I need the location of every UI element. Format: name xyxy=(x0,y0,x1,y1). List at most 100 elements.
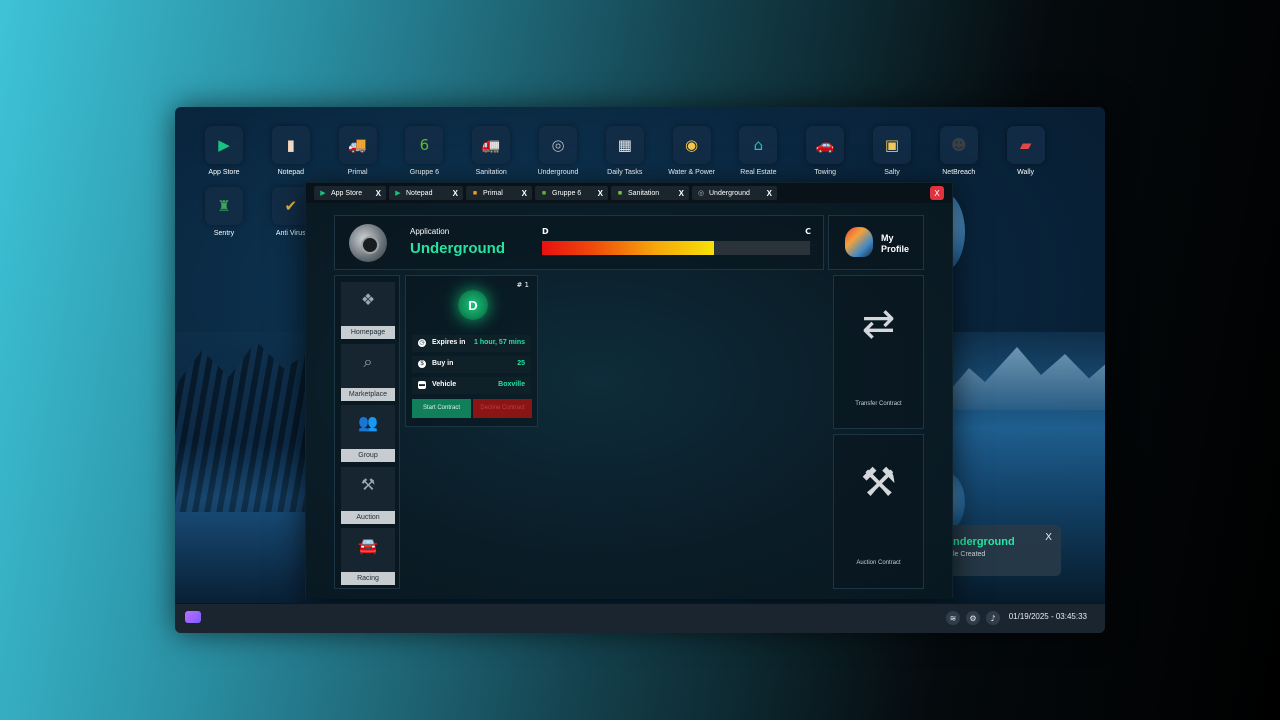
desktop-app-underground[interactable]: ◎ Underground xyxy=(525,126,591,176)
turbo-icon-glyph: ◎ xyxy=(551,136,565,154)
truck-icon-glyph: 🚚 xyxy=(348,136,367,154)
window-close-button[interactable]: X xyxy=(930,186,944,200)
wallet-icon-glyph: ▰ xyxy=(1019,136,1032,154)
garbage-truck-icon: ■ xyxy=(617,189,623,197)
window-tab-underground[interactable]: ◎ Underground X xyxy=(692,186,777,200)
antivirus-shield-icon-glyph: ✔ xyxy=(284,197,298,215)
desktop-app-app-store[interactable]: ▶ App Store xyxy=(191,126,257,176)
window-tab-app-store[interactable]: ▶ App Store X xyxy=(314,186,386,200)
rank-current: D xyxy=(542,227,549,236)
tab-close-button[interactable]: X xyxy=(679,189,684,198)
truck-icon: 🚚 xyxy=(338,126,377,164)
auction-contract-button[interactable]: ⚒ Auction Contract xyxy=(833,434,924,589)
desktop-app-wally[interactable]: ▰ Wally xyxy=(993,126,1059,176)
start-contract-button[interactable]: Start Contract xyxy=(412,399,471,418)
wallet-icon: ▰ xyxy=(1006,126,1045,164)
desktop-app-label: Sanitation xyxy=(475,169,507,176)
salty-icon: ▣ xyxy=(873,126,911,164)
window-tab-primal[interactable]: ■ Primal X xyxy=(466,186,532,200)
desktop-app-water-power[interactable]: ◉ Water & Power xyxy=(659,126,725,176)
window-tab-gruppe-6[interactable]: ■ Gruppe 6 X xyxy=(535,186,608,200)
rank-next: C xyxy=(805,227,811,236)
desktop-app-notepad[interactable]: ▮ Notepad xyxy=(258,126,324,176)
app-sidebar: ❖ Homepage ⌕ Marketplace 👥 Group ⚒ Auction 🚘 Raci… xyxy=(334,275,400,589)
settings-gear-icon[interactable]: ⚙ xyxy=(966,611,980,625)
sentry-icon-glyph: ♜ xyxy=(217,197,231,215)
buyin-label: Buy in xyxy=(432,360,454,367)
notepad-icon-glyph: ▮ xyxy=(286,136,295,154)
vehicle-value: Boxville xyxy=(498,381,525,388)
shield-6-icon-glyph: 6 xyxy=(419,136,430,154)
desktop-app-label: Real Estate xyxy=(740,169,777,176)
transfer-contract-button[interactable]: ⇄ Transfer Contract xyxy=(833,275,924,429)
house-icon-glyph: ⌂ xyxy=(753,136,764,154)
window-tab-notepad[interactable]: ▶ Notepad X xyxy=(389,186,463,200)
garbage-truck-icon: 🚛 xyxy=(472,126,511,164)
tab-close-button[interactable]: X xyxy=(376,189,381,198)
decline-contract-button[interactable]: Decline Contract xyxy=(473,399,532,418)
bell-icon[interactable]: ♪ xyxy=(986,611,1000,625)
desktop-app-netbreach[interactable]: ☻ NetBreach xyxy=(926,126,992,176)
group-icon: 👥 xyxy=(358,413,378,432)
gavel-icon: ⚒ xyxy=(860,460,897,506)
app-name: Underground xyxy=(410,240,505,257)
tab-close-button[interactable]: X xyxy=(767,189,772,198)
notepad-icon: ▮ xyxy=(271,126,310,164)
notification-title: nderground xyxy=(953,536,1015,548)
nav-item-homepage[interactable]: ❖ Homepage xyxy=(341,282,395,339)
nav-item-label: Homepage xyxy=(341,326,395,339)
notification-close-button[interactable]: X xyxy=(1045,532,1052,543)
desktop-app-gruppe-6[interactable]: 6 Gruppe 6 xyxy=(391,126,457,176)
play-icon-glyph: ▶ xyxy=(218,136,230,154)
nav-item-group[interactable]: 👥 Group xyxy=(341,405,395,462)
nav-item-marketplace[interactable]: ⌕ Marketplace xyxy=(341,343,395,401)
desktop-app-sentry[interactable]: ♜ Sentry xyxy=(191,187,257,237)
my-profile-label: My Profile xyxy=(881,233,910,254)
desktop-app-label: Gruppe 6 xyxy=(409,169,439,176)
transfer-arrows-icon: ⇄ xyxy=(861,301,896,347)
my-profile-button[interactable]: My Profile xyxy=(828,215,924,270)
desktop-screen: ▶ App Store ▮ Notepad 🚚 Primal 6 Gruppe 6 🚛 Sanit… xyxy=(175,107,1105,633)
marketplace-search-icon: ⌕ xyxy=(363,351,373,371)
desktop-app-daily-tasks[interactable]: ▦ Daily Tasks xyxy=(592,126,658,176)
desktop-app-salty[interactable]: ▣ Salty xyxy=(859,126,925,176)
app-header: Application Underground D C xyxy=(334,215,824,270)
desktop-app-real-estate[interactable]: ⌂ Real Estate xyxy=(725,126,791,176)
clock-icon: ◷ xyxy=(418,339,426,347)
start-menu-logo-icon[interactable] xyxy=(185,611,201,623)
desktop-app-label: NetBreach xyxy=(942,169,976,176)
desktop-app-label: Wally xyxy=(1017,169,1035,176)
car-icon: ▬ xyxy=(418,381,426,389)
desktop-app-label: Daily Tasks xyxy=(607,169,643,176)
desktop-app-primal[interactable]: 🚚 Primal xyxy=(325,126,391,176)
contract-number: # 1 xyxy=(516,281,529,289)
desktop-app-label: Sentry xyxy=(213,230,235,237)
desktop-app-towing[interactable]: 🚗 Towing xyxy=(792,126,858,176)
desktop-app-label: Water & Power xyxy=(668,169,715,176)
window-tab-sanitation[interactable]: ■ Sanitation X xyxy=(611,186,689,200)
wallpaper-mountains-left xyxy=(175,332,310,607)
desktop-app-sanitation[interactable]: 🚛 Sanitation xyxy=(458,126,524,176)
tab-label: Gruppe 6 xyxy=(552,189,582,197)
nav-item-racing[interactable]: 🚘 Racing xyxy=(341,528,395,585)
helmet-avatar-icon xyxy=(845,227,873,257)
mask-icon: ☻ xyxy=(939,126,978,164)
desktop-app-label: Underground xyxy=(537,169,579,176)
wifi-icon[interactable]: ≋ xyxy=(946,611,960,625)
vehicle-label: Vehicle xyxy=(432,381,457,388)
taskbar: ≋ ⚙ ♪ 01/19/2025 - 03:45:33 xyxy=(175,603,1105,633)
rank-progress-fill xyxy=(542,241,714,255)
shield-6-icon: ■ xyxy=(541,189,547,197)
contract-grade-badge: D xyxy=(458,290,488,320)
tab-close-button[interactable]: X xyxy=(598,189,603,198)
window-tab-bar: ▶ App Store X ▶ Notepad X ■ Primal X ■ Gruppe 6 X ■ S… xyxy=(306,183,952,203)
expires-value: 1 hour, 57 mins xyxy=(474,339,525,346)
tab-label: Notepad xyxy=(406,189,433,197)
tab-label: Primal xyxy=(483,189,503,197)
tab-close-button[interactable]: X xyxy=(522,189,527,198)
tab-close-button[interactable]: X xyxy=(453,189,458,198)
desktop-app-label: Primal xyxy=(347,169,368,176)
nav-item-auction[interactable]: ⚒ Auction xyxy=(341,466,395,524)
calendar-icon: ▦ xyxy=(605,126,644,164)
gavel-icon: ⚒ xyxy=(360,474,376,494)
